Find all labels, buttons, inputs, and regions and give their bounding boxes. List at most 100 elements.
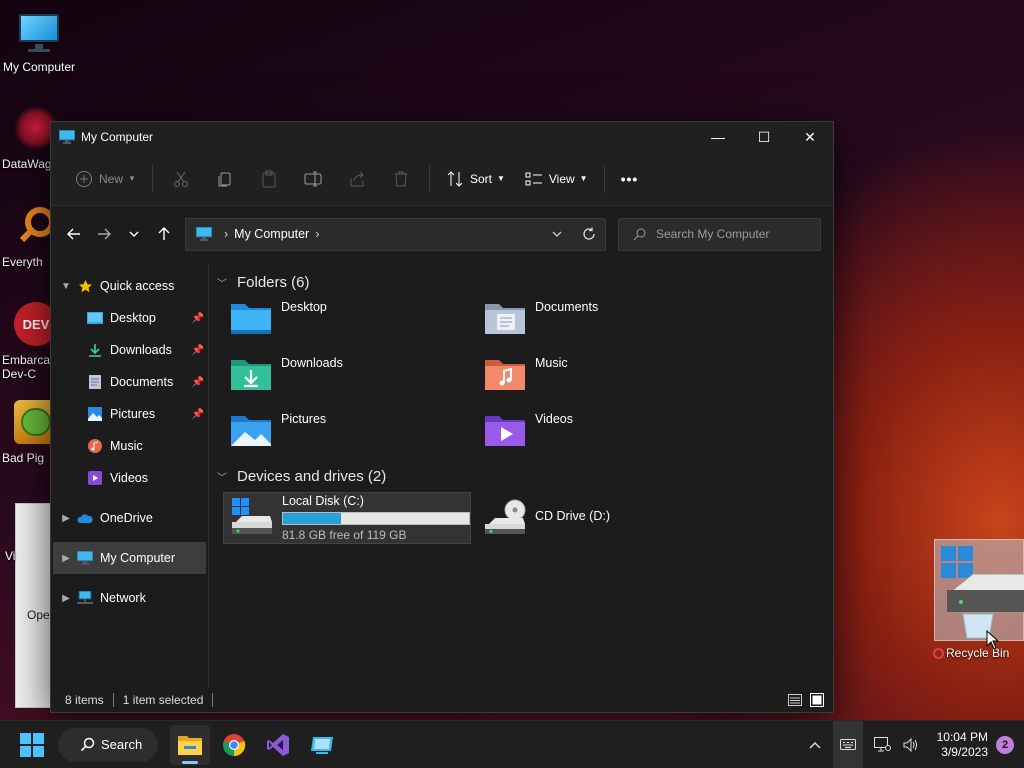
pin-icon: 📌 [191, 312, 204, 324]
documents-folder-icon [483, 300, 527, 338]
breadcrumb-chevron-icon[interactable]: › [315, 227, 319, 241]
desktop-folder-icon [229, 300, 273, 338]
forward-button[interactable] [89, 219, 119, 249]
desktop-icon-label: My Computer [2, 60, 76, 74]
recent-locations-button[interactable] [119, 219, 149, 249]
nav-item-label: Documents [110, 375, 174, 389]
keyboard-icon [839, 739, 856, 750]
rename-button[interactable] [299, 163, 327, 195]
pin-icon: 📌 [191, 376, 204, 388]
arrow-up-icon [158, 227, 170, 240]
search-icon [80, 737, 95, 752]
command-bar: New ▼ Sort ▼ View ▼ ••• [51, 152, 833, 206]
group-title: Devices and drives (2) [237, 467, 387, 485]
view-button[interactable]: View ▼ [515, 163, 598, 195]
taskbar-chrome[interactable] [214, 725, 254, 765]
nav-item-network[interactable]: ▶ Network [51, 582, 208, 614]
folder-pictures[interactable]: Pictures [229, 406, 483, 462]
nav-item-downloads[interactable]: Downloads 📌 [51, 334, 208, 366]
keyboard-button[interactable] [832, 720, 863, 768]
folder-desktop[interactable]: Desktop [229, 294, 483, 350]
nav-item-quick-access[interactable]: ▼ Quick access [51, 270, 208, 302]
chevron-down-icon[interactable]: ▼ [55, 281, 77, 292]
drive-c[interactable]: Local Disk (C:) 81.8 GB free of 119 GB [223, 492, 471, 544]
breadcrumb-my-computer[interactable]: My Computer [234, 227, 309, 241]
refresh-button[interactable] [573, 219, 605, 250]
desktop-icon-my-computer[interactable]: My Computer [0, 10, 80, 74]
nav-item-music[interactable]: Music [51, 430, 208, 462]
show-hidden-icons-button[interactable] [801, 721, 829, 768]
toolbar-divider [603, 164, 605, 193]
devices-group-header[interactable]: ﹀ Devices and drives (2) [217, 464, 833, 488]
music-folder-icon [483, 356, 527, 394]
copy-button[interactable] [211, 163, 239, 195]
arrow-right-icon [98, 228, 111, 240]
title-bar[interactable]: My Computer — ☐ ✕ [51, 122, 833, 152]
new-button[interactable]: New ▼ [65, 163, 146, 195]
address-bar[interactable]: › My Computer › [185, 217, 606, 251]
volume-button[interactable] [897, 721, 925, 768]
video-icon [87, 470, 103, 486]
folders-group-header[interactable]: ﹀ Folders (6) [217, 270, 833, 294]
chevron-right-icon[interactable]: ▶ [55, 593, 77, 604]
nav-item-label: Downloads [110, 343, 172, 357]
background-window[interactable] [15, 503, 51, 708]
document-icon [87, 374, 103, 390]
folder-documents[interactable]: Documents [483, 294, 737, 350]
taskbar-app[interactable] [302, 725, 342, 765]
taskbar-file-explorer[interactable] [170, 724, 210, 765]
monitor-icon [58, 129, 76, 144]
paste-button[interactable] [255, 163, 283, 195]
search-input[interactable]: Search My Computer [618, 217, 821, 251]
maximize-button[interactable]: ☐ [741, 122, 787, 152]
back-button[interactable] [59, 219, 89, 249]
tiles-view-button[interactable] [807, 691, 827, 709]
taskbar-search-button[interactable]: Search [58, 727, 158, 762]
local-disk-icon [230, 498, 274, 538]
delete-button[interactable] [387, 163, 415, 195]
chevron-down-icon[interactable]: ﹀ [217, 469, 231, 484]
search-placeholder: Search My Computer [656, 227, 770, 241]
nav-item-videos[interactable]: Videos [51, 462, 208, 494]
cut-button[interactable] [167, 163, 195, 195]
start-button[interactable] [12, 725, 52, 765]
chevron-down-icon[interactable]: ﹀ [217, 275, 231, 290]
nav-item-desktop[interactable]: Desktop 📌 [51, 302, 208, 334]
minimize-button[interactable]: — [695, 122, 741, 152]
notification-badge[interactable]: 2 [996, 735, 1014, 754]
folder-downloads[interactable]: Downloads [229, 350, 483, 406]
delete-icon [394, 171, 407, 186]
picture-icon [87, 406, 103, 422]
see-more-button[interactable]: ••• [611, 163, 649, 195]
folder-music[interactable]: Music [483, 350, 737, 406]
copy-icon [218, 172, 231, 186]
volume-icon [903, 737, 917, 752]
folder-label: Documents [535, 300, 599, 314]
clock[interactable]: 10:04 PM 3/9/2023 [937, 730, 988, 760]
nav-item-my-computer[interactable]: ▶ My Computer [53, 542, 206, 574]
app-window-icon [311, 736, 333, 754]
breadcrumb-chevron-icon[interactable]: › [224, 227, 228, 241]
download-icon [87, 342, 103, 358]
chevron-down-icon: ▼ [128, 174, 136, 183]
address-history-button[interactable] [541, 219, 573, 250]
nav-item-documents[interactable]: Documents 📌 [51, 366, 208, 398]
details-view-button[interactable] [785, 691, 805, 709]
star-icon [77, 278, 93, 294]
folder-videos[interactable]: Videos [483, 406, 737, 462]
content-pane: ﹀ Folders (6) Desktop Documents Download… [209, 264, 833, 688]
drive-d[interactable]: CD Drive (D:) [477, 492, 725, 544]
network-status-button[interactable] [869, 721, 897, 768]
chevron-right-icon[interactable]: ▶ [55, 553, 77, 564]
share-button[interactable] [343, 163, 371, 195]
up-button[interactable] [149, 219, 179, 249]
nav-item-onedrive[interactable]: ▶ OneDrive [51, 502, 208, 534]
status-bar: 8 items 1 item selected [51, 688, 833, 712]
taskbar-visual-studio[interactable] [258, 725, 298, 765]
sort-button[interactable]: Sort ▼ [436, 163, 515, 195]
folder-label: Pictures [281, 412, 327, 426]
nav-item-pictures[interactable]: Pictures 📌 [51, 398, 208, 430]
chevron-right-icon[interactable]: ▶ [55, 513, 77, 524]
desktop-icon-label: Ope [27, 608, 50, 622]
close-button[interactable]: ✕ [787, 122, 833, 152]
